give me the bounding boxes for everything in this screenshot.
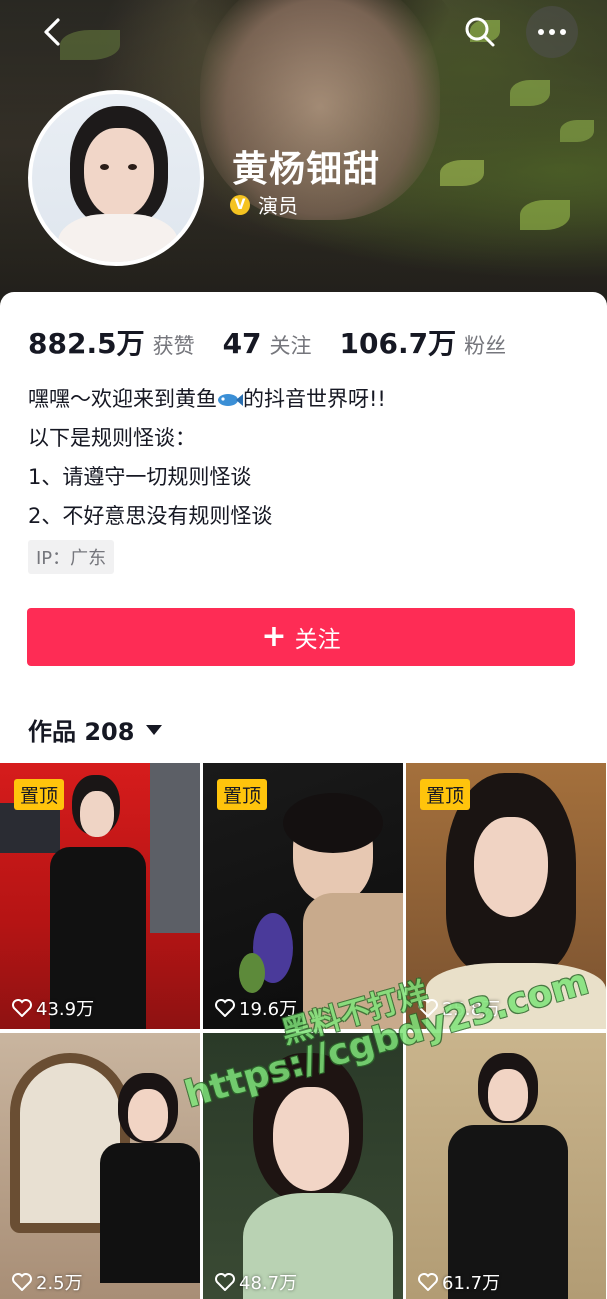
verified-icon: V (230, 194, 250, 215)
bio: 嘿嘿～欢迎来到黄鱼 的抖音世界呀!! 以下是规则怪谈： 1、请遵守一切规则怪谈 … (28, 380, 386, 536)
back-button[interactable] (34, 14, 70, 50)
likes-count: 61.7万 (418, 1269, 500, 1295)
stats-row: 882.5万 获赞 47 关注 106.7万 粉丝 (28, 322, 534, 362)
chevron-left-icon (44, 18, 60, 46)
bio-text: 嘿嘿～欢迎来到黄鱼 (28, 387, 217, 411)
video-thumbnail[interactable]: 61.7万 (406, 1033, 606, 1299)
thumb-shape (239, 953, 265, 993)
bio-line: 1、请遵守一切规则怪谈 (28, 465, 252, 489)
works-tab[interactable]: 作品 208 (28, 712, 163, 747)
heart-icon (215, 999, 235, 1017)
avatar-body (58, 214, 178, 262)
stat-value: 882.5万 (28, 327, 145, 360)
verify-label: 演员 (258, 194, 298, 218)
stat-followers[interactable]: 106.7万 粉丝 (340, 322, 507, 362)
likes-count: 48.7万 (215, 1269, 297, 1295)
more-dot-icon (549, 29, 555, 35)
more-dot-icon (560, 29, 566, 35)
more-dot-icon (538, 29, 544, 35)
stat-value: 47 (222, 327, 262, 360)
stat-label: 粉丝 (464, 334, 507, 358)
pinned-badge: 置顶 (14, 779, 65, 810)
works-label: 作品 208 (28, 718, 135, 746)
avatar[interactable] (28, 90, 204, 266)
thumb-shape (150, 763, 200, 933)
caret-down-icon (146, 724, 163, 735)
pinned-badge: 置顶 (217, 779, 268, 810)
follow-button[interactable]: + 关注 (27, 608, 575, 666)
heart-icon (12, 999, 32, 1017)
avatar-eye (128, 164, 137, 170)
stat-label: 关注 (269, 334, 312, 358)
thumb-shape (0, 803, 60, 853)
search-button[interactable] (462, 14, 498, 50)
pinned-badge: 置顶 (420, 779, 471, 810)
avatar-eye (100, 164, 109, 170)
likes-count: 43.9万 (12, 995, 94, 1021)
video-thumbnail[interactable]: 2.5万 (0, 1033, 200, 1299)
bio-line: 2、不好意思没有规则怪谈 (28, 504, 273, 528)
thumb-shape (100, 1143, 200, 1283)
heart-icon (12, 1273, 32, 1291)
likes-value: 61.7万 (442, 1273, 501, 1294)
follow-button-label: 关注 (294, 627, 341, 653)
thumb-shape (273, 1087, 349, 1191)
stat-likes[interactable]: 882.5万 获赞 (28, 322, 195, 362)
bio-line: 嘿嘿～欢迎来到黄鱼 的抖音世界呀!! (28, 380, 386, 419)
avatar-face (84, 128, 154, 218)
search-icon (465, 17, 495, 47)
stat-label: 获赞 (152, 334, 195, 358)
heart-icon (418, 1273, 438, 1291)
thumb-shape (474, 817, 548, 917)
stat-following[interactable]: 47 关注 (223, 327, 312, 360)
thumb-shape (283, 793, 383, 853)
likes-value: 48.7万 (239, 1273, 298, 1294)
video-thumbnail[interactable]: 置顶 43.9万 (0, 763, 200, 1029)
verify-row: V 演员 (230, 190, 298, 219)
likes-value: 43.9万 (36, 999, 95, 1020)
fish-emoji-icon (218, 394, 243, 406)
bio-text: 的抖音世界呀!! (243, 387, 386, 411)
more-button[interactable] (526, 6, 578, 58)
likes-count: 2.5万 (12, 1269, 83, 1295)
stat-value: 106.7万 (339, 327, 457, 360)
profile-name: 黄杨钿甜 (232, 149, 381, 190)
bio-line: 以下是规则怪谈： (28, 426, 196, 450)
thumb-shape (80, 791, 114, 837)
heart-icon (215, 1273, 235, 1291)
profile-card: 882.5万 获赞 47 关注 106.7万 粉丝 嘿嘿～欢迎来到黄鱼 的抖音世… (0, 292, 607, 762)
thumb-shape (128, 1089, 168, 1141)
plus-icon: + (261, 619, 287, 654)
thumb-shape (488, 1069, 528, 1121)
ip-location-tag: IP：广东 (28, 540, 115, 574)
likes-value: 2.5万 (36, 1273, 83, 1294)
